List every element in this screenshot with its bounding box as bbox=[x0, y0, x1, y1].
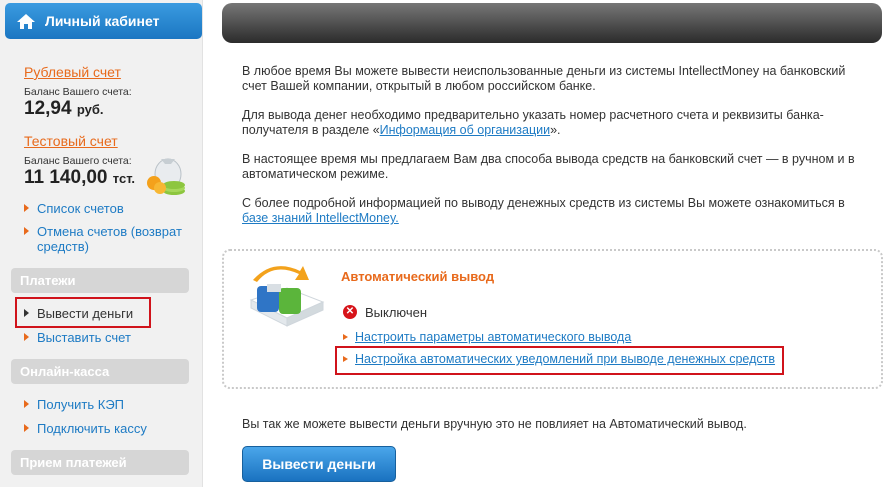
highlight-frame-withdraw bbox=[15, 297, 151, 328]
home-icon bbox=[17, 14, 35, 29]
withdraw-money-button[interactable]: Вывести деньги bbox=[242, 446, 396, 482]
requisites-paragraph: Для вывода денег необходимо предваритель… bbox=[242, 108, 824, 137]
knowledge-base-link[interactable]: базе знаний IntellectMoney. bbox=[242, 211, 399, 225]
ruble-balance-caption: Баланс Вашего счета: bbox=[24, 86, 132, 98]
sidebar-item-cancel-accounts[interactable]: Отмена счетов (возврат средств) bbox=[24, 224, 184, 254]
personal-cabinet-title: Личный кабинет bbox=[45, 13, 160, 29]
test-balance-value: 11 140,00 тст. bbox=[24, 167, 136, 188]
sidebar-item-label: Выставить счет bbox=[37, 330, 131, 345]
sidebar-item-issue-invoice[interactable]: Выставить счет bbox=[24, 330, 131, 345]
sidebar: Личный кабинет Рублевый счет Баланс Ваше… bbox=[0, 0, 203, 487]
methods-paragraph: В настоящее время мы предлагаем Вам два … bbox=[242, 152, 855, 181]
section-accept-payments[interactable]: Прием платежей bbox=[11, 450, 189, 475]
arrow-icon bbox=[343, 334, 348, 340]
configure-auto-withdraw-link[interactable]: Настроить параметры автоматического выво… bbox=[343, 330, 631, 344]
auto-withdraw-title: Автоматический вывод bbox=[341, 269, 495, 284]
page-header-bar bbox=[222, 3, 882, 43]
sidebar-item-label: Список счетов bbox=[37, 201, 124, 216]
sidebar-item-label: Отмена счетов (возврат средств) bbox=[37, 224, 182, 254]
ruble-account-link[interactable]: Рублевый счет bbox=[24, 64, 121, 80]
arrow-icon bbox=[24, 333, 29, 341]
sidebar-item-label: Получить КЭП bbox=[37, 397, 125, 412]
disabled-status-icon: ✕ bbox=[343, 305, 357, 319]
sidebar-item-label: Подключить кассу bbox=[37, 421, 147, 436]
knowledge-paragraph: С более подробной информацией по выводу … bbox=[242, 196, 845, 225]
arrow-icon bbox=[24, 227, 29, 235]
ruble-balance-value: 12,94 руб. bbox=[24, 98, 104, 119]
test-balance-caption: Баланс Вашего счета: bbox=[24, 155, 132, 167]
arrow-icon bbox=[24, 204, 29, 212]
link-label: Настроить параметры автоматического выво… bbox=[355, 330, 632, 344]
test-account-link[interactable]: Тестовый счет bbox=[24, 133, 118, 149]
ruble-currency: руб. bbox=[76, 102, 104, 117]
auto-withdraw-illustration-icon bbox=[249, 266, 325, 327]
section-online-cashier[interactable]: Онлайн-касса bbox=[11, 359, 189, 384]
sidebar-item-get-kep[interactable]: Получить КЭП bbox=[24, 397, 124, 412]
organization-info-link[interactable]: Информация об организации bbox=[380, 123, 550, 137]
section-payments[interactable]: Платежи bbox=[11, 268, 189, 293]
section-title: Прием платежей bbox=[20, 455, 127, 470]
sidebar-item-accounts-list[interactable]: Список счетов bbox=[24, 201, 124, 216]
highlight-frame-notifications bbox=[335, 346, 784, 375]
money-bag-icon bbox=[147, 158, 185, 195]
manual-withdraw-note: Вы так же можете вывести деньги вручную … bbox=[242, 417, 747, 431]
sidebar-item-connect-cashier[interactable]: Подключить кассу bbox=[24, 421, 147, 436]
arrow-icon bbox=[24, 424, 29, 432]
section-title: Онлайн-касса bbox=[20, 364, 110, 379]
test-currency: тст. bbox=[112, 171, 136, 186]
personal-cabinet-header[interactable]: Личный кабинет bbox=[5, 3, 202, 39]
section-title: Платежи bbox=[20, 273, 76, 288]
intro-paragraph: В любое время Вы можете вывести неисполь… bbox=[242, 64, 846, 93]
auto-withdraw-status: Выключен bbox=[365, 305, 428, 320]
arrow-icon bbox=[24, 400, 29, 408]
